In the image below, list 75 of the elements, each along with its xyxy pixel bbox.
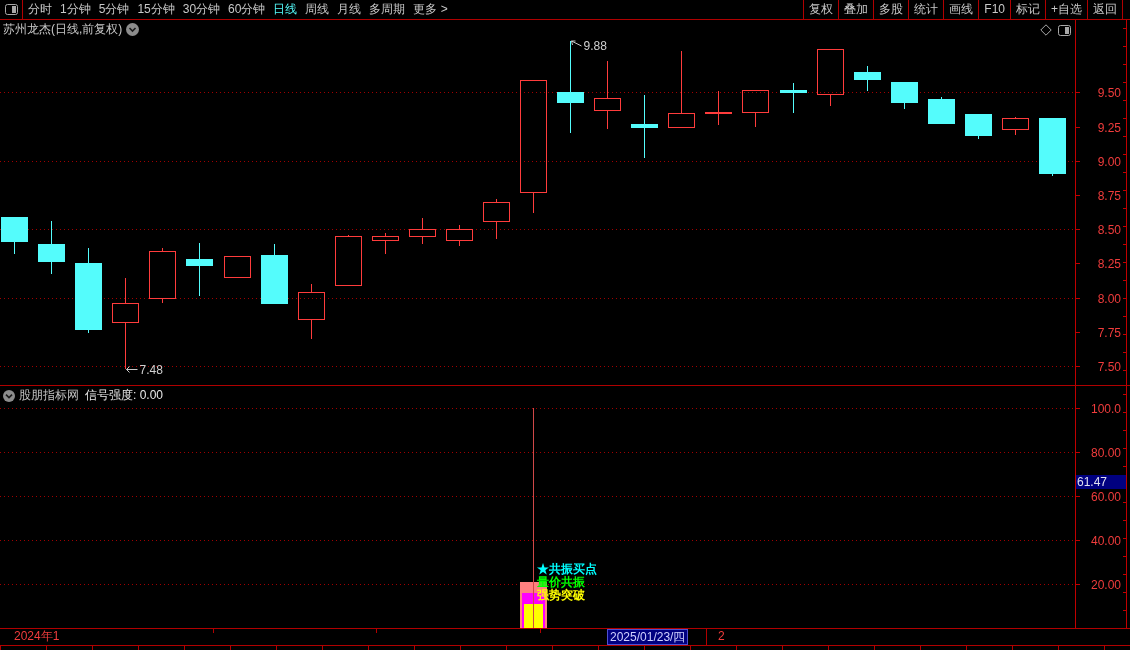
candle bbox=[483, 198, 510, 240]
candle bbox=[594, 60, 621, 130]
toolbar-button[interactable]: 复权 bbox=[803, 0, 839, 19]
period-tab[interactable]: 15分钟 bbox=[133, 0, 179, 19]
candle bbox=[409, 217, 436, 245]
candle bbox=[335, 234, 362, 286]
period-tab[interactable]: 周线 bbox=[301, 0, 334, 19]
date-axis-label: 2 bbox=[718, 629, 725, 644]
indicator-axis-label: 80.00 bbox=[1090, 445, 1121, 460]
indicator-axis-label: 40.00 bbox=[1090, 533, 1121, 548]
period-tab[interactable]: 月线 bbox=[333, 0, 366, 19]
toolbar-button[interactable]: 画线 bbox=[943, 0, 979, 19]
candle bbox=[891, 82, 918, 110]
date-axis-label: 2024年1 bbox=[14, 629, 60, 644]
chevron-down-icon[interactable] bbox=[3, 389, 15, 402]
price-axis-label: 9.50 bbox=[1097, 85, 1121, 100]
price-axis-label: 9.25 bbox=[1097, 120, 1121, 135]
indicator-axis-label: 100.0 bbox=[1090, 401, 1121, 416]
indicator-axis-label: 20.00 bbox=[1090, 577, 1121, 592]
candle bbox=[261, 243, 288, 304]
candle bbox=[928, 96, 955, 124]
candle bbox=[446, 224, 473, 247]
price-axis-label: 9.00 bbox=[1097, 154, 1121, 169]
candle bbox=[38, 220, 65, 275]
indicator-axis-label: 60.00 bbox=[1090, 489, 1121, 504]
period-tab[interactable]: 更多 > bbox=[409, 0, 452, 19]
signal-label: ★共振买点 bbox=[536, 562, 597, 576]
candle bbox=[186, 242, 213, 297]
candle bbox=[1, 217, 28, 255]
high-price-label: 9.88 bbox=[583, 39, 607, 53]
indicator-reading: 信号强度: 0.00 bbox=[85, 388, 164, 403]
candle bbox=[965, 114, 992, 140]
indicator-name: 股朋指标网 bbox=[19, 388, 79, 403]
candle bbox=[372, 232, 399, 255]
toolbar-button[interactable]: 叠加 bbox=[838, 0, 874, 19]
period-tab[interactable]: 日线 bbox=[269, 0, 302, 19]
toolbar-button[interactable]: 返回 bbox=[1087, 0, 1122, 19]
period-tab[interactable]: 60分钟 bbox=[224, 0, 270, 19]
price-axis-label: 7.50 bbox=[1097, 359, 1121, 374]
price-axis-label: 8.25 bbox=[1097, 256, 1121, 271]
cursor-value-tag: 61.47 bbox=[1076, 475, 1126, 489]
toolbar-button[interactable]: 标记 bbox=[1010, 0, 1045, 19]
period-tab[interactable]: 1分钟 bbox=[56, 0, 95, 19]
price-axis-label: 8.75 bbox=[1097, 188, 1121, 203]
candle bbox=[1002, 116, 1029, 136]
candle bbox=[1039, 118, 1066, 177]
period-tab[interactable]: 分时 bbox=[24, 0, 56, 19]
period-tab[interactable]: 5分钟 bbox=[94, 0, 134, 19]
low-price-label: 7.48 bbox=[139, 362, 163, 377]
candle bbox=[705, 90, 732, 126]
diamond-icon[interactable] bbox=[1040, 24, 1052, 36]
candle bbox=[631, 94, 658, 159]
candle bbox=[854, 65, 881, 92]
period-tab[interactable]: 30分钟 bbox=[178, 0, 225, 19]
arrow-icon bbox=[126, 366, 138, 373]
panel-toggle-icon[interactable] bbox=[4, 4, 18, 15]
candle bbox=[224, 256, 251, 278]
cursor-date-tag: 2025/01/23/四 bbox=[607, 629, 689, 645]
candle bbox=[149, 247, 176, 304]
candle bbox=[742, 90, 769, 128]
panel-toggle-icon[interactable] bbox=[1058, 24, 1071, 36]
toolbar-button[interactable]: 统计 bbox=[908, 0, 944, 19]
arrow-icon bbox=[571, 40, 582, 47]
toolbar-button[interactable]: F10 bbox=[978, 0, 1010, 19]
candle bbox=[298, 283, 325, 340]
price-axis-label: 8.50 bbox=[1097, 222, 1121, 237]
chevron-down-icon[interactable] bbox=[126, 23, 140, 36]
toolbar-button[interactable]: 多股 bbox=[873, 0, 909, 19]
price-axis-label: 8.00 bbox=[1097, 291, 1121, 306]
chart-title: 苏州龙杰(日线,前复权) bbox=[3, 22, 123, 37]
price-axis-label: 7.75 bbox=[1097, 325, 1121, 340]
toolbar-button[interactable]: +自选 bbox=[1045, 0, 1087, 19]
candle bbox=[817, 49, 844, 107]
candle bbox=[780, 82, 807, 114]
period-tab[interactable]: 多周期 bbox=[365, 0, 410, 19]
